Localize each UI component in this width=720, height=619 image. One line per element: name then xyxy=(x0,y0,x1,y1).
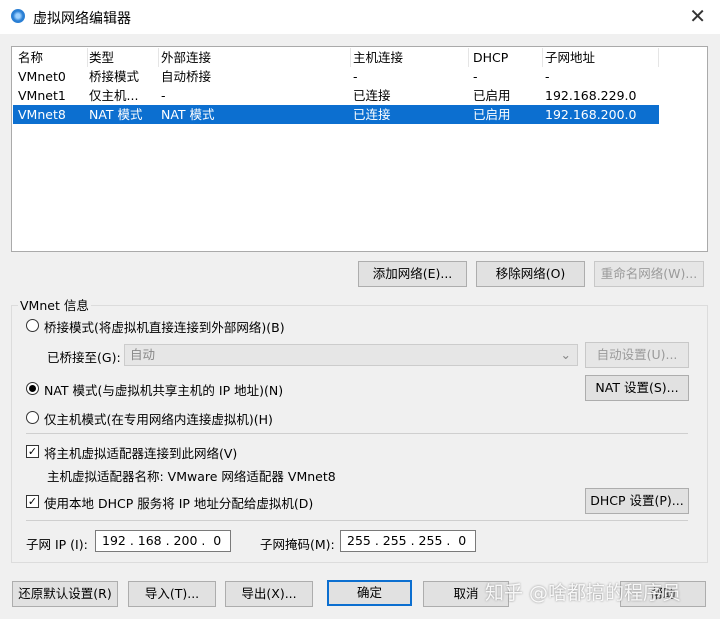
network-list[interactable]: 名称 类型 外部连接 主机连接 DHCP 子网地址 VMnet0 桥接模式 自动… xyxy=(11,46,708,252)
column-header[interactable]: 类型 xyxy=(89,48,159,67)
cell: 已启用 xyxy=(473,107,511,122)
cell: - xyxy=(353,69,358,84)
column-header[interactable]: 子网地址 xyxy=(545,48,659,67)
cell: 仅主机... xyxy=(89,88,139,103)
dhcp-checkbox[interactable]: ✓ xyxy=(26,495,39,508)
cell: NAT 模式 xyxy=(161,107,215,122)
dhcp-label[interactable]: 使用本地 DHCP 服务将 IP 地址分配给虚拟机(D) xyxy=(44,493,313,512)
table-header: 名称 类型 外部连接 主机连接 DHCP 子网地址 xyxy=(13,48,659,67)
bridge-label[interactable]: 桥接模式(将虚拟机直接连接到外部网络)(B) xyxy=(44,317,285,336)
cell: 已连接 xyxy=(353,107,391,122)
nat-radio[interactable] xyxy=(26,382,39,395)
close-button[interactable]: ✕ xyxy=(689,4,706,28)
bridged-to-value: 自动 xyxy=(130,347,156,362)
column-header[interactable]: 主机连接 xyxy=(353,48,469,67)
watermark: 知乎 @啥都搞的程序员 xyxy=(485,582,682,604)
chevron-down-icon: ⌄ xyxy=(560,347,571,362)
divider xyxy=(26,520,688,521)
auto-settings-button[interactable]: 自动设置(U)... xyxy=(585,342,689,368)
cell: 桥接模式 xyxy=(89,69,140,84)
cell: 已连接 xyxy=(353,88,391,103)
cell: 192.168.229.0 xyxy=(545,88,637,103)
globe-icon xyxy=(11,9,25,23)
bridged-to-label: 已桥接至(G): xyxy=(47,350,121,365)
cell: - xyxy=(545,69,550,84)
column-header[interactable]: DHCP xyxy=(473,48,543,67)
remove-network-button[interactable]: 移除网络(O) xyxy=(476,261,585,287)
cell: - xyxy=(161,88,166,103)
table-row[interactable]: VMnet0 桥接模式 自动桥接 - - - xyxy=(13,67,659,86)
group-label: VMnet 信息 xyxy=(18,295,91,314)
cell: 192.168.200.0 xyxy=(545,107,637,122)
divider xyxy=(26,433,688,434)
subnet-ip-label: 子网 IP (I): xyxy=(26,537,88,552)
bridged-to-select[interactable]: 自动 ⌄ xyxy=(124,344,578,366)
subnet-ip-input[interactable]: 192 . 168 . 200 . 0 xyxy=(95,530,231,552)
subnet-mask-input[interactable]: 255 . 255 . 255 . 0 xyxy=(340,530,476,552)
connect-adapter-checkbox[interactable]: ✓ xyxy=(26,445,39,458)
rename-network-button[interactable]: 重命名网络(W)... xyxy=(594,261,704,287)
host-only-label[interactable]: 仅主机模式(在专用网络内连接虚拟机)(H) xyxy=(44,409,273,428)
cell: VMnet0 xyxy=(18,69,66,84)
import-button[interactable]: 导入(T)... xyxy=(128,581,216,607)
table-row[interactable]: VMnet1 仅主机... - 已连接 已启用 192.168.229.0 xyxy=(13,86,659,105)
bridge-radio[interactable] xyxy=(26,319,39,332)
nat-label[interactable]: NAT 模式(与虚拟机共享主机的 IP 地址)(N) xyxy=(44,380,283,399)
table-row-selected[interactable]: VMnet8 NAT 模式 NAT 模式 已连接 已启用 192.168.200… xyxy=(13,105,659,124)
column-header[interactable]: 名称 xyxy=(18,48,88,67)
column-header[interactable]: 外部连接 xyxy=(161,48,351,67)
add-network-button[interactable]: 添加网络(E)... xyxy=(358,261,467,287)
dhcp-settings-button[interactable]: DHCP 设置(P)... xyxy=(585,488,689,514)
cell: 自动桥接 xyxy=(161,69,212,84)
host-only-radio[interactable] xyxy=(26,411,39,424)
window-title: 虚拟网络编辑器 xyxy=(33,11,131,27)
cell: NAT 模式 xyxy=(89,107,143,122)
cell: VMnet8 xyxy=(18,107,66,122)
restore-defaults-button[interactable]: 还原默认设置(R) xyxy=(12,581,118,607)
export-button[interactable]: 导出(X)... xyxy=(225,581,313,607)
title-bar: 虚拟网络编辑器 ✕ xyxy=(0,0,720,34)
connect-adapter-label[interactable]: 将主机虚拟适配器连接到此网络(V) xyxy=(44,443,237,462)
subnet-mask-label: 子网掩码(M): xyxy=(260,537,335,552)
adapter-name: 主机虚拟适配器名称: VMware 网络适配器 VMnet8 xyxy=(47,469,336,484)
cell: - xyxy=(473,69,478,84)
ok-button[interactable]: 确定 xyxy=(327,580,412,606)
cell: VMnet1 xyxy=(18,88,66,103)
cell: 已启用 xyxy=(473,88,511,103)
nat-settings-button[interactable]: NAT 设置(S)... xyxy=(585,375,689,401)
